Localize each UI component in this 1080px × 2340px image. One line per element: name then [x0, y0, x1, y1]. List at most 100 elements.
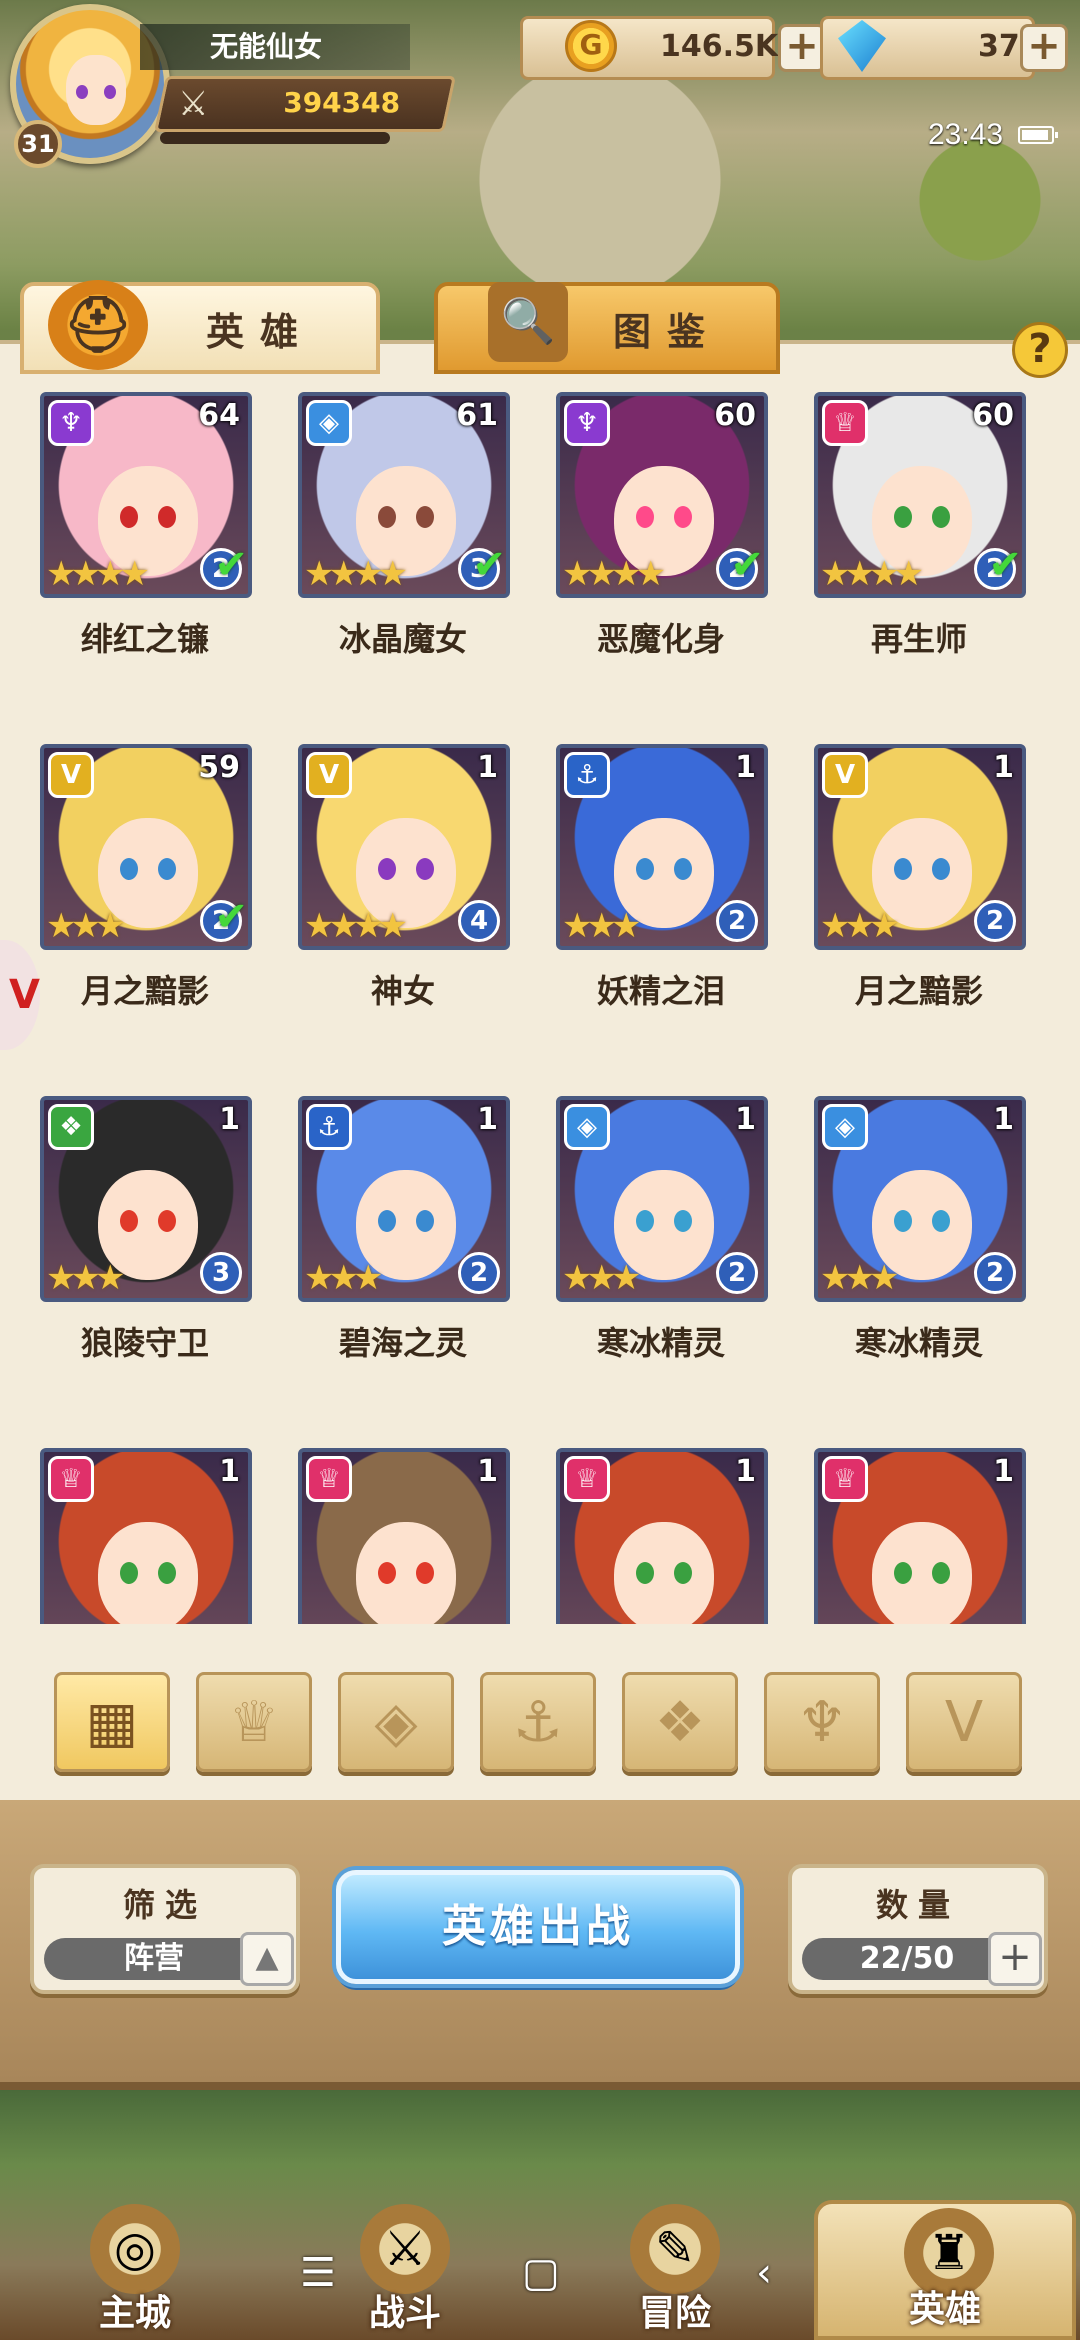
helmet-icon: ⛑ [48, 280, 148, 370]
menu-icon[interactable]: ☰ [300, 2250, 336, 2296]
hero-card[interactable]: ❖ 1 ★★★ 3 狼陵守卫 [14, 1092, 276, 1402]
deployed-check-icon: ✔ [988, 542, 1022, 588]
hero-card[interactable]: ♕ 1 [530, 1444, 792, 1624]
hero-portrait: ⚓ 1 ★★★ 2 [298, 1096, 510, 1302]
gold-coin-icon: G [565, 20, 617, 72]
add-gold-button[interactable]: + [778, 24, 826, 72]
hero-portrait: V 1 ★★★ 2 [814, 744, 1026, 950]
home-icon[interactable]: ▢ [522, 2250, 560, 2296]
gold-value: 146.5K [660, 29, 779, 64]
hero-name: 狼陵守卫 [80, 1324, 209, 1362]
hero-level: 1 [993, 750, 1014, 785]
filter-title: 筛选 [122, 1886, 207, 1924]
hero-level: 61 [456, 398, 498, 433]
hero-card[interactable]: V 59 ★★★ 2 ✔ 月之黯影 [14, 740, 276, 1050]
hero-eye [894, 1562, 912, 1584]
hero-portrait: ♕ 1 [298, 1448, 510, 1624]
nav-item-heroes[interactable]: ♜ 英雄 [814, 2200, 1076, 2340]
hero-portrait: ◈ 61 ★★★★ 3 ✔ [298, 392, 510, 598]
nav-label: 英雄 [908, 2289, 981, 2330]
hero-name: 月之黯影 [80, 972, 209, 1010]
hero-card[interactable]: ◈ 1 ★★★ 2 寒冰精灵 [788, 1092, 1050, 1402]
hero-level: 60 [714, 398, 756, 433]
hero-card[interactable]: ♆ 64 ★★★★ 2 ✔ 绯红之镰 [14, 388, 276, 698]
hero-portrait: ⚓ 1 ★★★ 2 [556, 744, 768, 950]
filter-crown-button[interactable]: ♕ [196, 1672, 312, 1772]
hero-name: 寒冰精灵 [854, 1324, 983, 1362]
tab-codex[interactable]: 🔍 图鉴 [434, 282, 780, 374]
hero-eye [120, 858, 138, 880]
chevron-icon: V [48, 752, 94, 798]
hero-card[interactable]: ⚓ 1 ★★★ 2 碧海之灵 [272, 1092, 534, 1402]
hero-level: 64 [198, 398, 240, 433]
diamond-icon: ◈ [822, 1104, 868, 1150]
anchor-icon: ⚓ [564, 752, 610, 798]
hero-stars: ★★★ [46, 906, 125, 946]
hero-eye [674, 1562, 692, 1584]
hero-name: 恶魔化身 [596, 620, 725, 658]
hero-stars: ★★★ [820, 1258, 899, 1298]
filter-grid-button[interactable]: ▦ [54, 1672, 170, 1772]
filter-chevron-button[interactable]: V [906, 1672, 1022, 1772]
hero-name: 寒冰精灵 [596, 1324, 725, 1362]
hero-level: 1 [735, 750, 756, 785]
hero-eye [894, 1210, 912, 1232]
tab-heroes[interactable]: ⛑ 英雄 [20, 280, 380, 374]
hero-eye [158, 1210, 176, 1232]
filter-box: 筛选 阵营 ▲ [30, 1864, 300, 1994]
magnifier-icon: 🔍 [488, 282, 568, 362]
hero-card[interactable]: ♕ 1 [14, 1444, 276, 1624]
hero-eye [674, 1210, 692, 1232]
hero-card[interactable]: ◈ 1 ★★★ 2 寒冰精灵 [530, 1092, 792, 1402]
crown-icon: ♕ [228, 1690, 280, 1755]
hero-eye [158, 506, 176, 528]
hero-stars: ★★★★ [304, 554, 408, 594]
hero-eye [120, 506, 138, 528]
hero-portrait: ◈ 1 ★★★ 2 [814, 1096, 1026, 1302]
nav-item-city[interactable]: ◎ 主城 [4, 2200, 266, 2340]
deploy-heroes-button[interactable]: 英雄出战 [336, 1870, 740, 1984]
filter-diamond-button[interactable]: ◈ [338, 1672, 454, 1772]
hero-eye [636, 1210, 654, 1232]
grid-icon: ▦ [85, 1690, 139, 1755]
anchor-icon: ⚓ [306, 1104, 352, 1150]
help-button[interactable]: ? [1012, 322, 1068, 378]
hero-rank-badge: 2 [974, 900, 1016, 942]
hero-card[interactable]: ♆ 60 ★★★★ 2 ✔ 恶魔化身 [530, 388, 792, 698]
hero-eye [378, 506, 396, 528]
hero-eye [416, 506, 434, 528]
hero-card[interactable]: ⚓ 1 ★★★ 2 妖精之泪 [530, 740, 792, 1050]
hero-stars: ★★★★ [562, 554, 666, 594]
hero-rank-badge: 2 [716, 1252, 758, 1294]
hero-level: 1 [477, 1102, 498, 1137]
hero-card[interactable]: ♕ 1 [788, 1444, 1050, 1624]
hero-eye [378, 1210, 396, 1232]
filter-beast-button[interactable]: ❖ [622, 1672, 738, 1772]
hero-card[interactable]: ◈ 61 ★★★★ 3 ✔ 冰晶魔女 [272, 388, 534, 698]
filter-toggle-button[interactable]: ▲ [240, 1932, 294, 1986]
hero-grid: ♆ 64 ★★★★ 2 ✔ 绯红之镰 ◈ 61 ★★★★ 3 ✔ 冰晶魔女 ♆ 60 ★★★★ 2 ✔ 恶魔化身 ♕… [0, 388, 1080, 1624]
hero-card[interactable]: V 1 ★★★ 2 月之黯影 [788, 740, 1050, 1050]
hero-name: 碧海之灵 [338, 1324, 467, 1362]
expand-capacity-button[interactable]: + [988, 1932, 1042, 1986]
hero-level: 1 [219, 1454, 240, 1489]
filter-horns-button[interactable]: ♆ [764, 1672, 880, 1772]
hero-level: 1 [219, 1102, 240, 1137]
filter-anchor-button[interactable]: ⚓ [480, 1672, 596, 1772]
hero-name: 冰晶魔女 [338, 620, 467, 658]
hero-card[interactable]: V 1 ★★★★ 4 神女 [272, 740, 534, 1050]
hero-portrait: ◈ 1 ★★★ 2 [556, 1096, 768, 1302]
horns-icon: ♆ [48, 400, 94, 446]
crown-icon: ♕ [564, 1456, 610, 1502]
hero-stars: ★★★★ [46, 554, 150, 594]
filter-value[interactable]: 阵营 [44, 1938, 264, 1980]
hero-level: 1 [735, 1102, 756, 1137]
back-icon[interactable]: ‹ [756, 2250, 772, 2296]
add-gems-button[interactable]: + [1020, 24, 1068, 72]
hero-card[interactable]: ♕ 60 ★★★★ 2 ✔ 再生师 [788, 388, 1050, 698]
hero-eye [932, 858, 950, 880]
hero-eye [932, 506, 950, 528]
hero-card[interactable]: ♕ 1 [272, 1444, 534, 1624]
hero-rank-badge: 2 [974, 1252, 1016, 1294]
hero-portrait: ♆ 64 ★★★★ 2 ✔ [40, 392, 252, 598]
